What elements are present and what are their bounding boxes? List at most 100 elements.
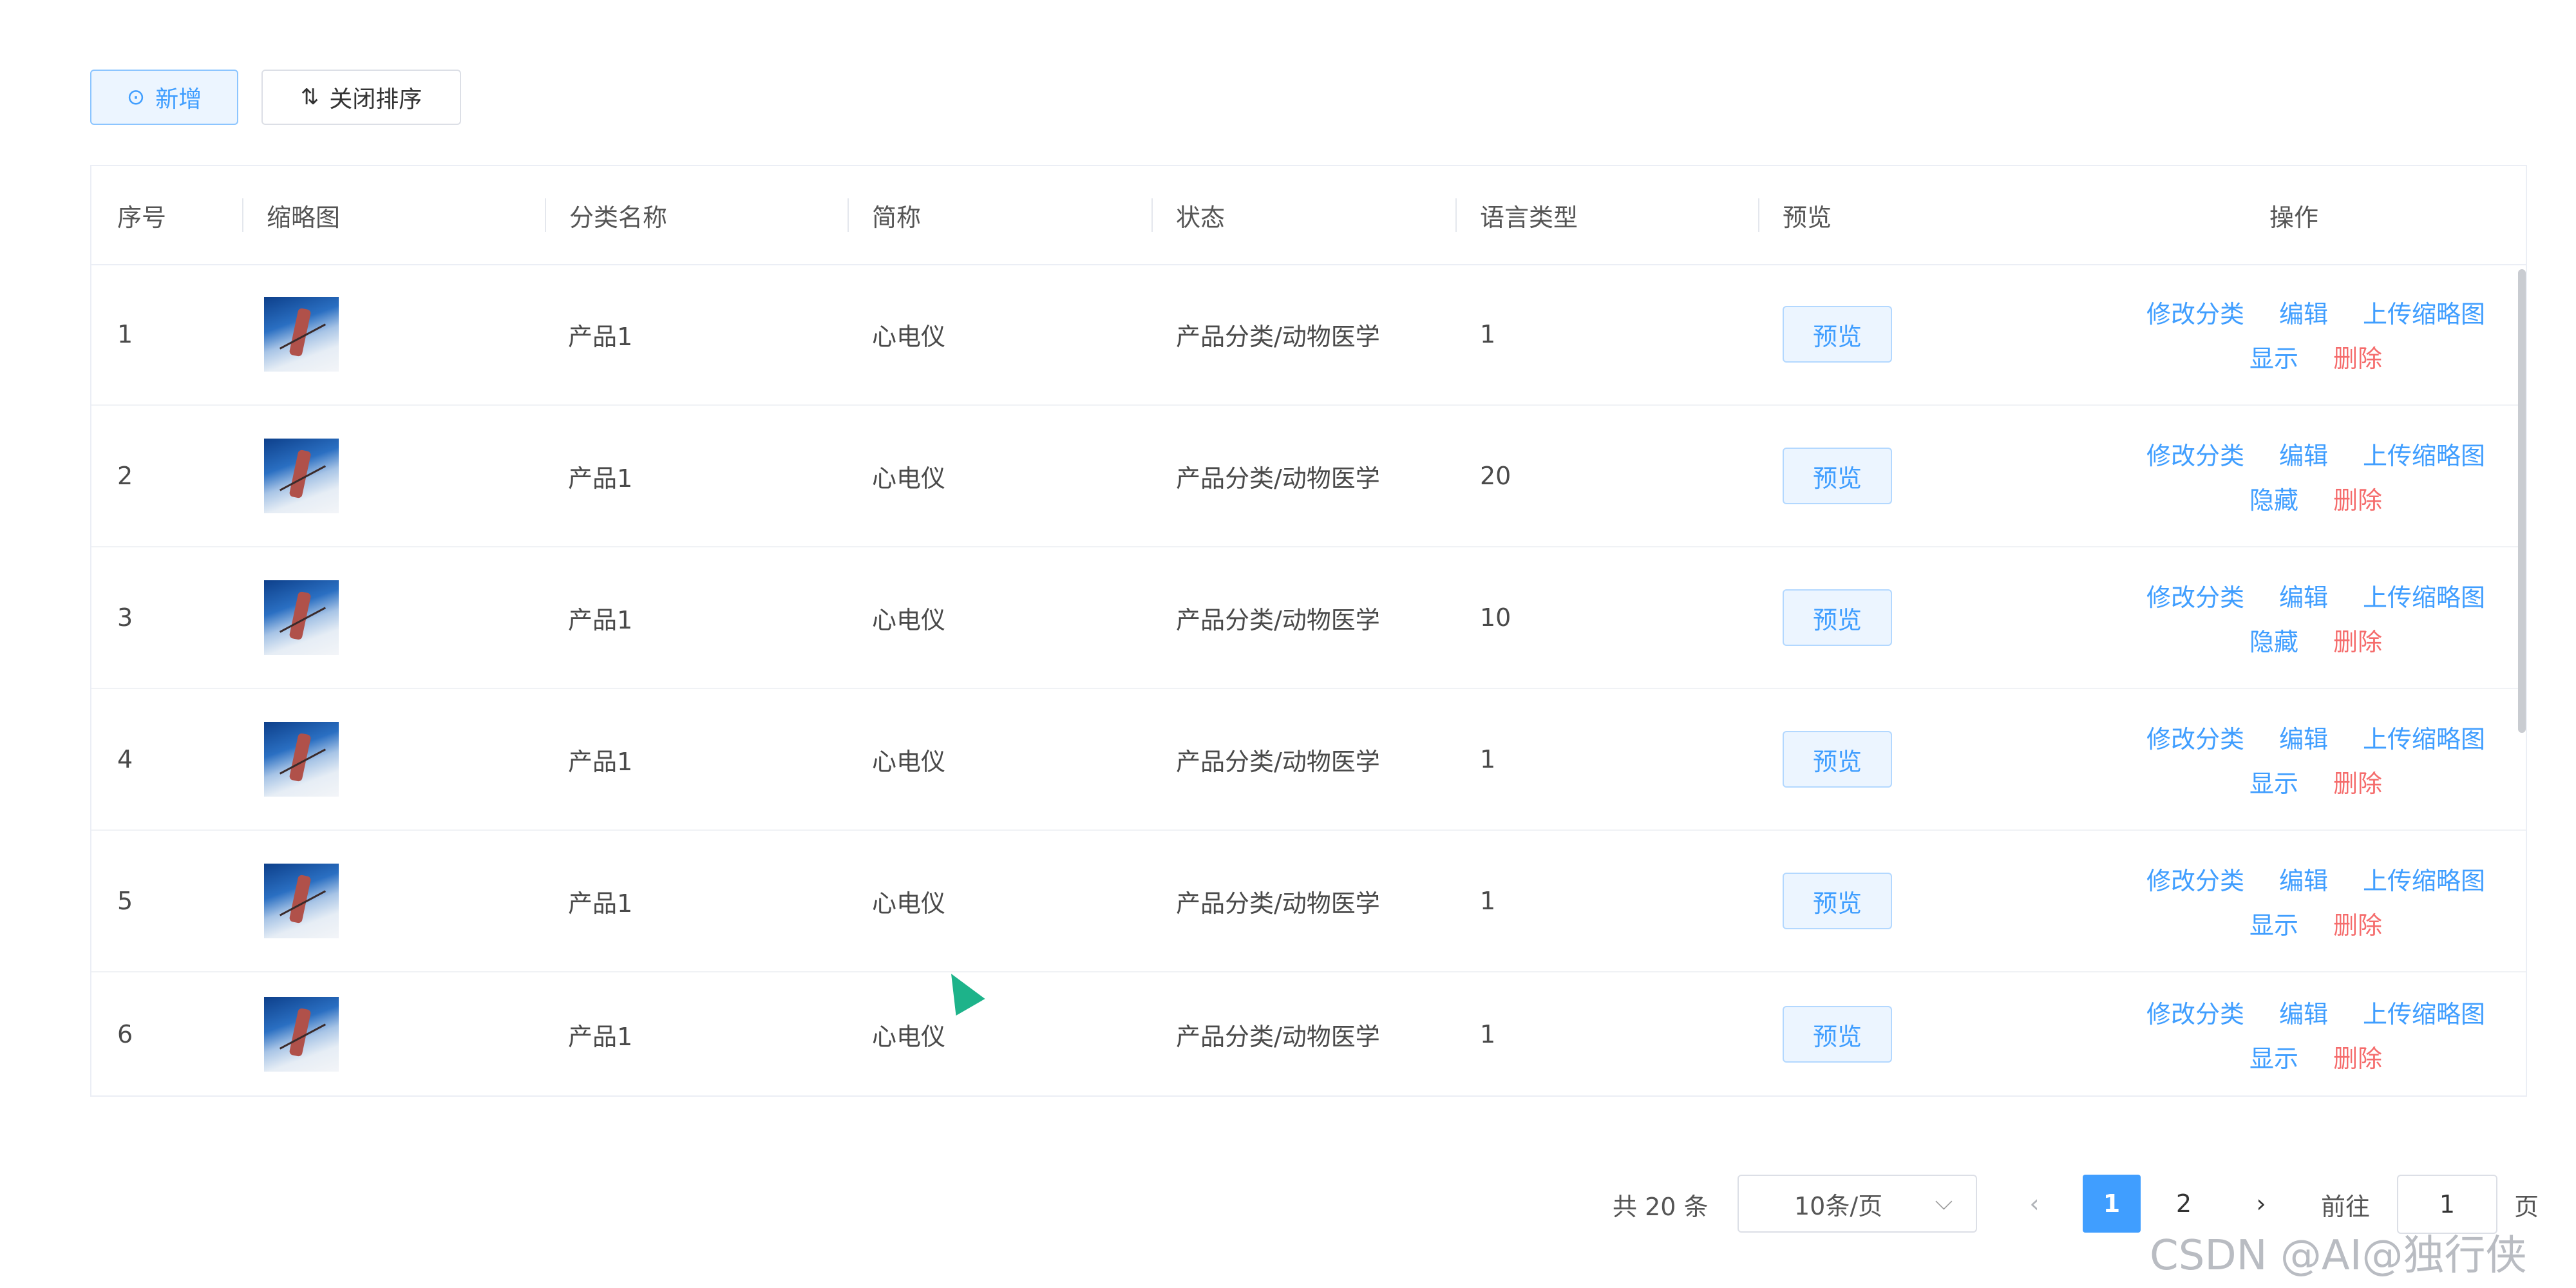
row-thumbnail: [264, 264, 339, 404]
upload-thumbnail-link[interactable]: 上传缩略图: [2363, 294, 2485, 330]
preview-button[interactable]: 预览: [1783, 731, 1892, 788]
header-index: 序号: [117, 203, 167, 232]
header-status: 状态: [1151, 166, 1225, 264]
row-language-type: 1: [1480, 745, 1496, 773]
row-short-name: 心电仪: [872, 747, 946, 776]
row-status: 产品分类/动物医学: [1176, 605, 1380, 634]
thumbnail-image[interactable]: [264, 997, 339, 1072]
row-language-type: 20: [1480, 462, 1511, 490]
chevron-right-icon: ›: [2256, 1189, 2266, 1218]
vertical-scrollbar[interactable]: [2518, 269, 2526, 733]
delete-link[interactable]: 删除: [2333, 339, 2382, 374]
row-status: 产品分类/动物医学: [1176, 1022, 1380, 1051]
chevron-down-icon: ⌵: [1935, 1189, 1953, 1215]
visibility-toggle-link[interactable]: 显示: [2249, 905, 2298, 941]
upload-thumbnail-link[interactable]: 上传缩略图: [2363, 861, 2485, 896]
row-category: 产品1: [568, 464, 633, 493]
row-thumbnail: [264, 547, 339, 688]
edit-category-link[interactable]: 修改分类: [2146, 436, 2244, 471]
row-actions: 修改分类 编辑 上传缩略图 显示 删除: [2123, 264, 2509, 404]
header-category-name: 分类名称: [544, 166, 667, 264]
row-thumbnail: [264, 689, 339, 829]
delete-link[interactable]: 删除: [2333, 764, 2382, 799]
visibility-toggle-link[interactable]: 显示: [2249, 764, 2298, 799]
close-sort-label: 关闭排序: [329, 86, 422, 113]
delete-link[interactable]: 删除: [2333, 480, 2382, 516]
row-preview-cell: 预览: [1783, 264, 1892, 404]
sort-icon: ⇅: [300, 84, 319, 110]
delete-link[interactable]: 删除: [2333, 905, 2382, 941]
page-size-select[interactable]: 10条/页 ⌵: [1738, 1175, 1977, 1233]
row-preview-cell: 预览: [1783, 547, 1892, 688]
page-number-button[interactable]: 1: [2083, 1175, 2141, 1233]
thumbnail-image[interactable]: [264, 297, 339, 372]
row-preview-cell: 预览: [1783, 972, 1892, 1096]
edit-category-link[interactable]: 修改分类: [2146, 861, 2244, 896]
visibility-toggle-link[interactable]: 隐藏: [2249, 622, 2298, 658]
upload-thumbnail-link[interactable]: 上传缩略图: [2363, 436, 2485, 471]
header-short-name: 简称: [847, 166, 921, 264]
preview-button[interactable]: 预览: [1783, 589, 1892, 646]
table-row: 2 产品1 心电仪 产品分类/动物医学 20 预览 修改分类 编辑 上传缩略图 隐藏…: [91, 406, 2526, 547]
upload-thumbnail-link[interactable]: 上传缩略图: [2363, 719, 2485, 755]
preview-button[interactable]: 预览: [1783, 873, 1892, 929]
add-button[interactable]: ⊙ 新增: [90, 70, 238, 125]
edit-category-link[interactable]: 修改分类: [2146, 578, 2244, 613]
visibility-toggle-link[interactable]: 显示: [2249, 339, 2298, 374]
edit-link[interactable]: 编辑: [2279, 436, 2328, 471]
table-row: 3 产品1 心电仪 产品分类/动物医学 10 预览 修改分类 编辑 上传缩略图 隐藏…: [91, 547, 2526, 689]
row-short-name: 心电仪: [872, 1022, 946, 1051]
thumbnail-image[interactable]: [264, 439, 339, 513]
header-language-type: 语言类型: [1455, 166, 1578, 264]
edit-category-link[interactable]: 修改分类: [2146, 294, 2244, 330]
upload-thumbnail-link[interactable]: 上传缩略图: [2363, 994, 2485, 1030]
row-language-type: 1: [1480, 320, 1496, 348]
add-button-label: 新增: [155, 86, 202, 113]
row-category: 产品1: [568, 1022, 633, 1051]
close-sort-button[interactable]: ⇅ 关闭排序: [261, 70, 461, 125]
edit-link[interactable]: 编辑: [2279, 861, 2328, 896]
row-index: 1: [117, 320, 133, 348]
delete-link[interactable]: 删除: [2333, 622, 2382, 658]
row-status: 产品分类/动物医学: [1176, 747, 1380, 776]
delete-link[interactable]: 删除: [2333, 1039, 2382, 1074]
row-actions: 修改分类 编辑 上传缩略图 隐藏 删除: [2123, 547, 2509, 688]
thumbnail-image[interactable]: [264, 864, 339, 938]
category-table: 序号 缩略图 分类名称 简称 状态 语言类型 预览 操作 1 产品1 心电仪 产…: [90, 165, 2527, 1097]
table-row: 6 产品1 心电仪 产品分类/动物医学 1 预览 修改分类 编辑 上传缩略图 显示删…: [91, 972, 2526, 1096]
plus-circle-icon: ⊙: [126, 84, 146, 110]
upload-thumbnail-link[interactable]: 上传缩略图: [2363, 578, 2485, 613]
row-status: 产品分类/动物医学: [1176, 322, 1380, 351]
preview-button[interactable]: 预览: [1783, 306, 1892, 363]
preview-button[interactable]: 预览: [1783, 1006, 1892, 1063]
row-actions: 修改分类 编辑 上传缩略图 显示 删除: [2123, 831, 2509, 971]
preview-button[interactable]: 预览: [1783, 448, 1892, 504]
visibility-toggle-link[interactable]: 隐藏: [2249, 480, 2298, 516]
thumbnail-image[interactable]: [264, 580, 339, 655]
prev-page-button[interactable]: ‹: [2005, 1175, 2063, 1233]
row-thumbnail: [264, 406, 339, 546]
row-actions: 修改分类 编辑 上传缩略图 显示 删除: [2123, 972, 2509, 1096]
row-index: 2: [117, 462, 133, 490]
edit-category-link[interactable]: 修改分类: [2146, 994, 2244, 1030]
header-actions: 操作: [2269, 203, 2319, 232]
row-index: 4: [117, 745, 133, 773]
row-preview-cell: 预览: [1783, 831, 1892, 971]
thumbnail-image[interactable]: [264, 722, 339, 797]
edit-link[interactable]: 编辑: [2279, 578, 2328, 613]
row-category: 产品1: [568, 889, 633, 918]
edit-link[interactable]: 编辑: [2279, 994, 2328, 1030]
edit-link[interactable]: 编辑: [2279, 719, 2328, 755]
row-index: 6: [117, 1020, 133, 1048]
row-actions: 修改分类 编辑 上传缩略图 显示 删除: [2123, 689, 2509, 829]
row-short-name: 心电仪: [872, 464, 946, 493]
row-short-name: 心电仪: [872, 889, 946, 918]
edit-link[interactable]: 编辑: [2279, 294, 2328, 330]
visibility-toggle-link[interactable]: 显示: [2249, 1039, 2298, 1074]
table-row: 1 产品1 心电仪 产品分类/动物医学 1 预览 修改分类 编辑 上传缩略图 显示删…: [91, 264, 2526, 406]
edit-category-link[interactable]: 修改分类: [2146, 719, 2244, 755]
row-language-type: 10: [1480, 603, 1511, 632]
toolbar: ⊙ 新增 ⇅ 关闭排序: [90, 70, 461, 125]
row-index: 3: [117, 603, 133, 632]
watermark: CSDN @AI@独行侠: [2150, 1232, 2527, 1280]
